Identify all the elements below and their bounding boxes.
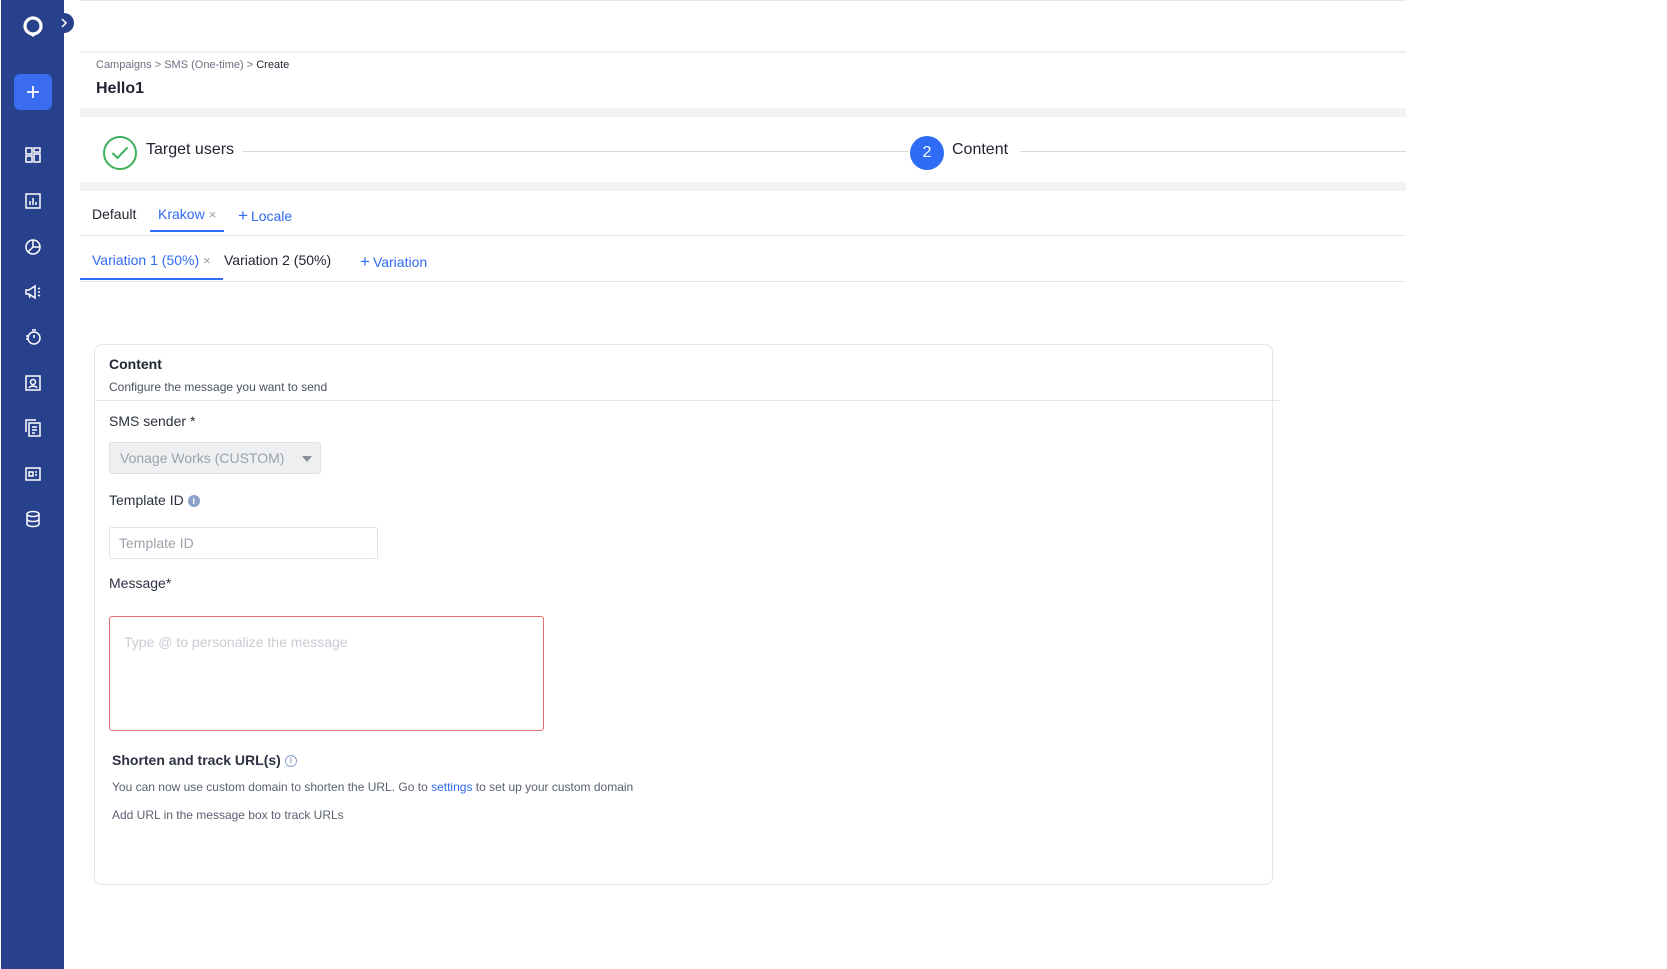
dashboard-icon (25, 147, 41, 163)
step-content[interactable]: Content (952, 141, 1008, 159)
step-number-badge[interactable]: 2 (910, 136, 944, 170)
info-icon[interactable]: i (284, 755, 297, 768)
tab-krakow[interactable]: Krakow × (150, 206, 225, 232)
stepper: Target users 2 Content (80, 117, 1406, 182)
step-connector (1020, 151, 1406, 152)
create-button[interactable] (14, 74, 52, 110)
add-variation-button[interactable]: + Variation (360, 252, 427, 272)
sidebar-collapse-button[interactable] (54, 13, 74, 33)
users-icon (25, 375, 41, 391)
close-icon[interactable]: × (209, 207, 217, 222)
app-root: Campaigns > SMS (One-time) > Create Hell… (0, 0, 1667, 969)
plus-icon (27, 86, 39, 98)
step-complete-icon[interactable] (103, 136, 137, 170)
template-id-label: Template ID i (109, 492, 200, 508)
breadcrumb: Campaigns > SMS (One-time) > Create (96, 59, 289, 71)
tab-variation-2[interactable]: Variation 2 (50%) (224, 252, 331, 268)
note-text: You can now use custom domain to shorten… (112, 780, 428, 794)
sidebar (1, 0, 64, 969)
custom-domain-note: You can now use custom domain to shorten… (112, 780, 633, 794)
message-label: Message* (109, 575, 171, 591)
campaigns-icon (25, 284, 41, 300)
analytics-icon (25, 193, 41, 209)
label-text: Shorten and track URL(s) (112, 752, 281, 768)
sidebar-item-campaigns[interactable] (21, 280, 45, 304)
required-mark: * (165, 575, 172, 591)
sidebar-item-analytics[interactable] (21, 189, 45, 213)
note-text: to set up your custom domain (475, 780, 634, 794)
sidebar-item-templates[interactable] (21, 462, 45, 486)
breadcrumb-separator: > (246, 59, 254, 71)
breadcrumb-separator: > (154, 59, 162, 71)
plus-icon: + (238, 206, 248, 225)
add-locale-button[interactable]: + Locale (238, 206, 292, 226)
data-icon (26, 510, 40, 528)
required-mark: * (189, 413, 196, 429)
sidebar-item-users[interactable] (21, 371, 45, 395)
add-variation-label: Variation (372, 254, 428, 270)
template-id-input[interactable] (109, 527, 378, 559)
locale-tabs: Default Krakow × + Locale (80, 191, 1406, 236)
top-bar (80, 0, 1406, 52)
caret-down-icon (302, 456, 312, 462)
content-section: Content Configure the message you want t… (94, 344, 1280, 885)
flows-icon (26, 329, 41, 345)
info-icon[interactable]: i (187, 495, 200, 508)
message-textarea[interactable] (109, 616, 544, 731)
tab-label: Krakow (158, 206, 205, 222)
sidebar-item-flows[interactable] (21, 325, 45, 349)
logo-icon[interactable] (20, 14, 46, 40)
settings-link[interactable]: settings (431, 780, 472, 794)
add-locale-label: Locale (250, 208, 293, 224)
main-panel: Default Krakow × + Locale Variation 1 (50%… (80, 191, 1406, 969)
breadcrumb-sms-one-time[interactable]: SMS (One-time) (164, 59, 243, 71)
breadcrumb-campaigns[interactable]: Campaigns (96, 59, 152, 71)
tab-default[interactable]: Default (92, 206, 136, 222)
page-title: Hello1 (96, 80, 145, 97)
tab-variation-1[interactable]: Variation 1 (50%) × (80, 252, 223, 280)
step-target-users[interactable]: Target users (146, 141, 234, 159)
sidebar-item-content[interactable] (21, 416, 45, 440)
step-connector (243, 151, 908, 152)
page-header: Campaigns > SMS (One-time) > Create Hell… (80, 53, 1406, 108)
sms-sender-label: SMS sender * (109, 413, 195, 429)
segments-icon (25, 239, 41, 255)
select-value: Vonage Works (CUSTOM) (120, 450, 285, 466)
section-title: Content (109, 356, 162, 372)
sidebar-item-dashboard[interactable] (21, 143, 45, 167)
section-subtitle: Configure the message you want to send (109, 380, 328, 394)
sidebar-item-data[interactable] (21, 507, 45, 531)
shorten-url-title: Shorten and track URL(s) i (112, 752, 297, 768)
plus-icon: + (360, 252, 370, 271)
sidebar-item-segments[interactable] (21, 235, 45, 259)
label-text: Template ID (109, 492, 184, 508)
checkmark-icon (111, 146, 129, 160)
breadcrumb-current: Create (256, 59, 290, 71)
tab-label: Variation 1 (50%) (92, 252, 200, 268)
label-text: SMS sender (109, 413, 187, 429)
content-icon (25, 419, 41, 437)
content-section-header: Content Configure the message you want t… (95, 345, 1280, 401)
templates-icon (25, 467, 41, 481)
chevron-right-icon (61, 18, 68, 28)
close-icon[interactable]: × (203, 253, 211, 268)
variation-tabs: Variation 1 (50%) × Variation 2 (50%) + Va… (80, 237, 1406, 282)
sms-sender-select[interactable]: Vonage Works (CUSTOM) (109, 442, 321, 474)
label-text: Message (109, 575, 166, 591)
track-url-note: Add URL in the message box to track URLs (112, 808, 344, 822)
